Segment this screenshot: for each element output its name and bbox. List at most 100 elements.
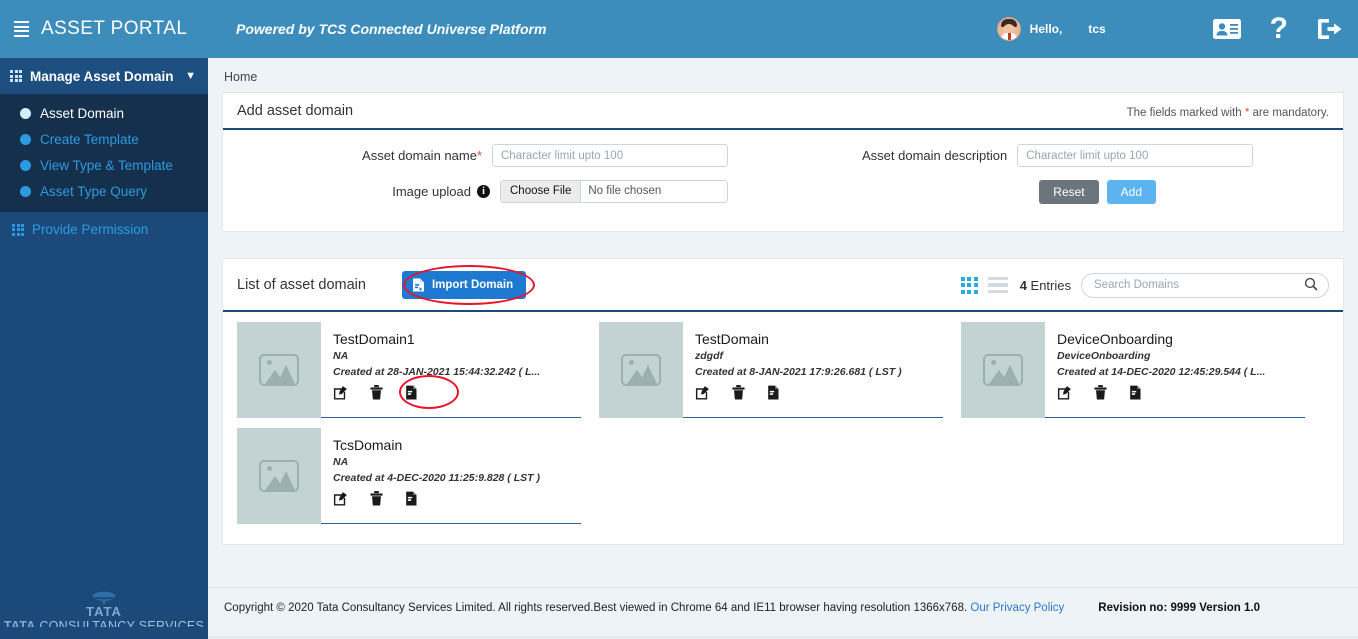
form-row-2: Image upload i Choose File No file chose…: [223, 178, 1343, 204]
edit-icon[interactable]: [333, 491, 348, 506]
asset-domain-card[interactable]: TestDomain1 NA Created at 28-JAN-2021 15…: [237, 322, 581, 418]
footer-copyright-text: Copyright © 2020 Tata Consultancy Servic…: [224, 601, 971, 614]
logout-icon[interactable]: [1316, 17, 1344, 41]
list-header: List of asset domain Import Domain 4 Ent…: [223, 259, 1343, 312]
sidebar-item-create-template[interactable]: Create Template: [0, 126, 208, 152]
list-tools: 4 Entries Search Domains: [960, 272, 1329, 298]
top-header: ASSET PORTAL Powered by TCS Connected Un…: [0, 0, 1358, 58]
search-input[interactable]: Search Domains: [1094, 279, 1179, 291]
sidebar-item-asset-domain[interactable]: Asset Domain: [0, 100, 208, 126]
card-description: NA: [333, 350, 349, 362]
export-icon[interactable]: [767, 385, 781, 400]
avatar[interactable]: [996, 17, 1021, 41]
list-title: List of asset domain: [237, 277, 366, 293]
card-created-date: Created at 28-JAN-2021 15:44:32.242 ( L.…: [333, 366, 541, 378]
card-body: TestDomain zdgdf Created at 8-JAN-2021 1…: [683, 322, 943, 417]
privacy-policy-link[interactable]: Our Privacy Policy: [970, 602, 1064, 614]
image-upload-label: Image upload: [392, 183, 471, 199]
grid-menu-icon: [12, 223, 24, 236]
import-file-icon: [412, 278, 424, 292]
asset-domain-card[interactable]: TcsDomain NA Created at 4-DEC-2020 11:25…: [237, 428, 581, 524]
form-buttons: Reset Add: [862, 180, 1242, 204]
panel-title: Add asset domain: [237, 103, 354, 119]
bullet-icon: [20, 185, 31, 197]
mandatory-note: The fields marked with * are mandatory.: [1127, 107, 1329, 119]
asset-domain-list-panel: List of asset domain Import Domain 4 Ent…: [222, 258, 1344, 545]
image-placeholder-icon: [599, 322, 683, 418]
add-button[interactable]: Add: [1106, 180, 1156, 204]
required-star: *: [476, 148, 482, 163]
sidebar-submenu: Asset Domain Create Template View Type &…: [0, 94, 208, 212]
form-row-1: Asset domain name* Character limit upto …: [223, 144, 1343, 167]
card-created-date: Created at 8-JAN-2021 17:9:26.681 ( LST …: [695, 366, 902, 378]
info-icon[interactable]: i: [477, 184, 490, 198]
asset-domain-description-label: Asset domain description: [862, 148, 1008, 163]
sidebar-section-manage-asset-domain[interactable]: Manage Asset Domain ▼: [0, 58, 208, 94]
hamburger-icon[interactable]: [14, 21, 29, 37]
asset-domain-description-input[interactable]: Character limit upto 100: [1017, 144, 1254, 167]
footer-copyright: Copyright © 2020 Tata Consultancy Servic…: [224, 602, 1064, 614]
sidebar-item-label: View Type & Template: [40, 157, 173, 173]
file-status-label: No file chosen: [588, 185, 662, 197]
sidebar-item-view-type-template[interactable]: View Type & Template: [0, 152, 208, 178]
edit-icon[interactable]: [1057, 385, 1072, 400]
card-description: DeviceOnboarding: [1057, 350, 1151, 362]
id-card-icon[interactable]: [1212, 17, 1242, 41]
asset-domain-card[interactable]: TestDomain zdgdf Created at 8-JAN-2021 1…: [599, 322, 943, 418]
form-rows: Asset domain name* Character limit upto …: [223, 130, 1343, 231]
grid-view-icon[interactable]: [960, 276, 978, 294]
asset-domain-name-input[interactable]: Character limit upto 100: [492, 144, 728, 167]
search-domains-field[interactable]: Search Domains: [1081, 272, 1329, 298]
export-icon[interactable]: [405, 385, 419, 400]
sidebar-item-provide-permission[interactable]: Provide Permission: [0, 212, 208, 247]
asset-portal-page: ASSET PORTAL Powered by TCS Connected Un…: [0, 0, 1358, 639]
image-placeholder-icon: [961, 322, 1045, 418]
panel-header: Add asset domain The fields marked with …: [223, 93, 1343, 130]
card-created-date: Created at 4-DEC-2020 11:25:9.828 ( LST …: [333, 472, 540, 484]
export-icon[interactable]: [1129, 385, 1143, 400]
choose-file-button[interactable]: Choose File: [501, 180, 582, 202]
mandatory-note-pre: The fields marked with: [1126, 107, 1245, 119]
main-content: Home Add asset domain The fields marked …: [208, 58, 1358, 639]
delete-icon[interactable]: [370, 385, 383, 400]
image-placeholder-icon: [237, 322, 321, 418]
breadcrumb[interactable]: Home: [208, 58, 1358, 92]
reset-button[interactable]: Reset: [1039, 180, 1099, 204]
sidebar-section-label: Manage Asset Domain: [30, 68, 174, 84]
mandatory-note-post: are mandatory.: [1249, 107, 1330, 119]
export-icon[interactable]: [405, 491, 419, 506]
asset-domain-name-label: Asset domain name*: [362, 148, 482, 163]
card-body: TcsDomain NA Created at 4-DEC-2020 11:25…: [321, 428, 581, 523]
card-body: DeviceOnboarding DeviceOnboarding Create…: [1045, 322, 1305, 417]
asset-domain-card[interactable]: DeviceOnboarding DeviceOnboarding Create…: [961, 322, 1305, 418]
tata-logo-mark: [91, 591, 117, 604]
card-created-date: Created at 14-DEC-2020 12:45:29.544 ( L.…: [1057, 366, 1266, 378]
sidebar-item-label: Provide Permission: [32, 222, 149, 237]
tata-wordmark: TATA: [86, 603, 122, 619]
edit-icon[interactable]: [695, 385, 710, 400]
card-title: TestDomain1: [333, 331, 415, 347]
sidebar-item-label: Create Template: [40, 131, 139, 147]
delete-icon[interactable]: [732, 385, 745, 400]
import-domain-button[interactable]: Import Domain: [401, 271, 527, 299]
help-icon[interactable]: ?: [1270, 14, 1288, 44]
bottom-strip: [0, 627, 1358, 639]
chevron-down-icon[interactable]: ▼: [185, 70, 196, 82]
header-right-zone: Hello, tcs ?: [996, 14, 1358, 44]
footer-revision: Revision no: 9999 Version 1.0: [1098, 601, 1260, 614]
search-icon[interactable]: [1304, 277, 1318, 294]
sidebar-item-label: Asset Domain: [40, 105, 125, 121]
card-actions: [695, 385, 937, 400]
card-title: DeviceOnboarding: [1057, 331, 1173, 347]
username-label: tcs: [1088, 22, 1106, 36]
sidebar-item-asset-type-query[interactable]: Asset Type Query: [0, 178, 208, 204]
card-title: TcsDomain: [333, 437, 403, 453]
image-upload-field[interactable]: Choose File No file chosen: [500, 179, 728, 203]
card-title: TestDomain: [695, 331, 769, 347]
list-view-icon[interactable]: [987, 276, 1008, 294]
card-description: NA: [333, 456, 349, 468]
edit-icon[interactable]: [333, 385, 348, 400]
delete-icon[interactable]: [1094, 385, 1107, 400]
grid-menu-icon: [10, 70, 22, 82]
delete-icon[interactable]: [370, 491, 383, 506]
